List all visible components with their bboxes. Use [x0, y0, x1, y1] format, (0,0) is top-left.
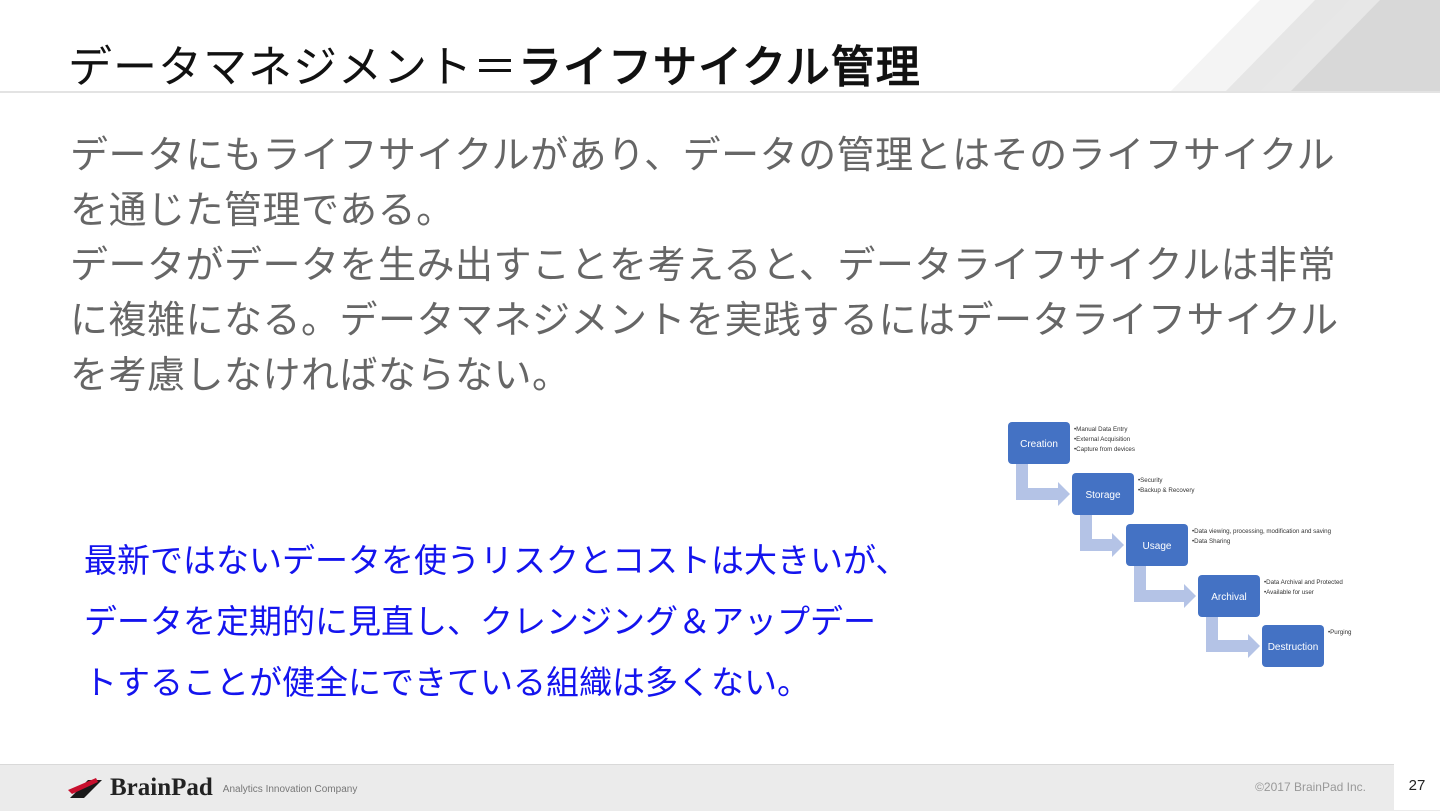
- stage-note: •Security: [1138, 477, 1163, 484]
- page-number: 27: [1394, 764, 1440, 810]
- stage-note: •Capture from devices: [1074, 446, 1135, 453]
- callout-line: 最新ではないデータを使うリスクとコストは大きいが、: [84, 541, 909, 580]
- flow-arrow: [1016, 464, 1070, 506]
- stage-label: Destruction: [1268, 642, 1319, 653]
- copyright-text: ©2017 BrainPad Inc.: [1255, 780, 1366, 794]
- flow-arrow: [1134, 566, 1196, 608]
- logo-mark-icon: [68, 778, 102, 798]
- title-plain: データマネジメント＝: [68, 42, 518, 93]
- body-paragraph: データがデータを生み出すことを考えると、データライフサイクルは非常に複雑になる。…: [70, 243, 1339, 397]
- stage-note: •Data Archival and Protected: [1264, 579, 1343, 586]
- callout-line: データを定期的に見直し、クレンジング＆アップデー: [84, 602, 876, 641]
- stage-note: •Manual Data Entry: [1074, 426, 1128, 433]
- stage-note: •Data viewing, processing, modification …: [1192, 528, 1332, 535]
- title-bold: ライフサイクル管理: [518, 42, 921, 93]
- lifecycle-stage: Usage •Data viewing, processing, modifica…: [1126, 524, 1332, 566]
- stage-note: •Backup & Recovery: [1138, 487, 1195, 494]
- lifecycle-stage: Destruction •Purging: [1262, 625, 1352, 667]
- stage-note: •Purging: [1328, 629, 1352, 636]
- stage-label: Usage: [1143, 541, 1172, 552]
- body-text: データにもライフサイクルがあり、データの管理とはそのライフサイクルを通じた管理で…: [70, 128, 1360, 403]
- callout-line: トすることが健全にできている組織は多くない。: [84, 663, 810, 702]
- stage-note: •Available for user: [1264, 589, 1314, 596]
- brainpad-logo: BrainPad Analytics Innovation Company: [68, 774, 357, 802]
- lifecycle-stage: Creation •Manual Data Entry •External Acqu…: [1008, 422, 1135, 464]
- stage-label: Storage: [1085, 490, 1120, 501]
- header-decoration: [1170, 0, 1440, 92]
- body-paragraph: データにもライフサイクルがあり、データの管理とはそのライフサイクルを通じた管理で…: [70, 133, 1336, 232]
- lifecycle-stage: Storage •Security •Backup & Recovery: [1072, 473, 1195, 515]
- callout-text: 最新ではないデータを使うリスクとコストは大きいが、 データを定期的に見直し、クレ…: [84, 530, 944, 713]
- lifecycle-stage: Archival •Data Archival and Protected •Ava…: [1198, 575, 1343, 617]
- flow-arrow: [1080, 515, 1124, 557]
- stage-label: Archival: [1211, 592, 1247, 603]
- stage-label: Creation: [1020, 439, 1058, 450]
- page-title: データマネジメント＝ライフサイクル管理: [68, 38, 921, 98]
- stage-note: •Data Sharing: [1192, 538, 1231, 545]
- data-lifecycle-diagram: Creation •Manual Data Entry •External Acqu…: [1008, 422, 1352, 667]
- logo-wordmark: BrainPad: [110, 774, 213, 801]
- flow-arrow: [1206, 617, 1260, 658]
- logo-tagline: Analytics Innovation Company: [222, 784, 358, 795]
- stage-note: •External Acquisition: [1074, 436, 1131, 443]
